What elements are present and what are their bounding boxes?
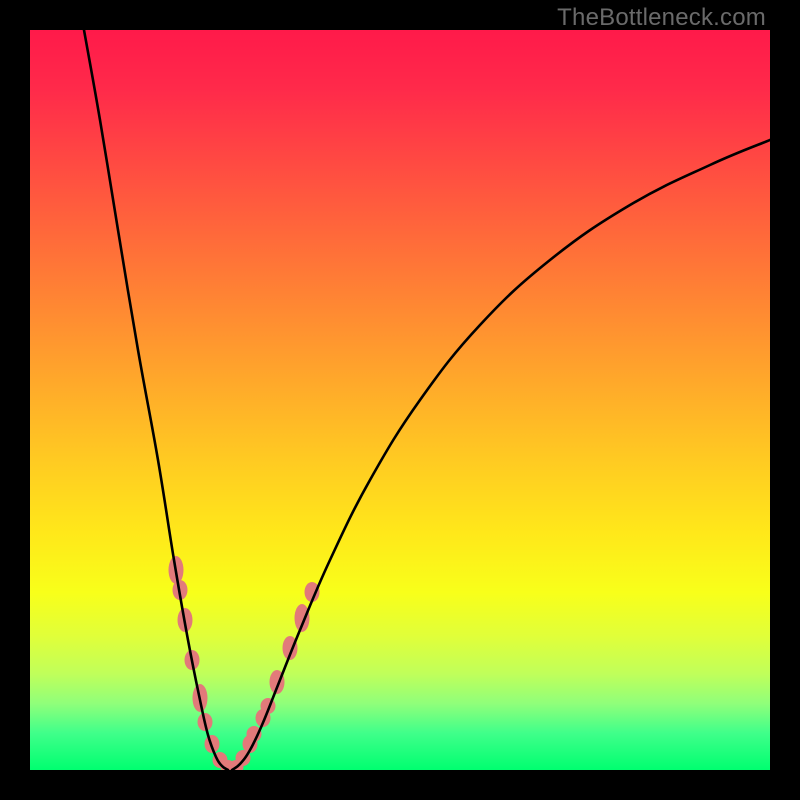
chart-container: TheBottleneck.com <box>0 0 800 800</box>
curve-right-branch <box>232 140 770 770</box>
watermark-label: TheBottleneck.com <box>557 4 766 32</box>
curve-left-branch <box>84 30 228 770</box>
plot-area <box>30 30 770 770</box>
curve-svg <box>30 30 770 770</box>
